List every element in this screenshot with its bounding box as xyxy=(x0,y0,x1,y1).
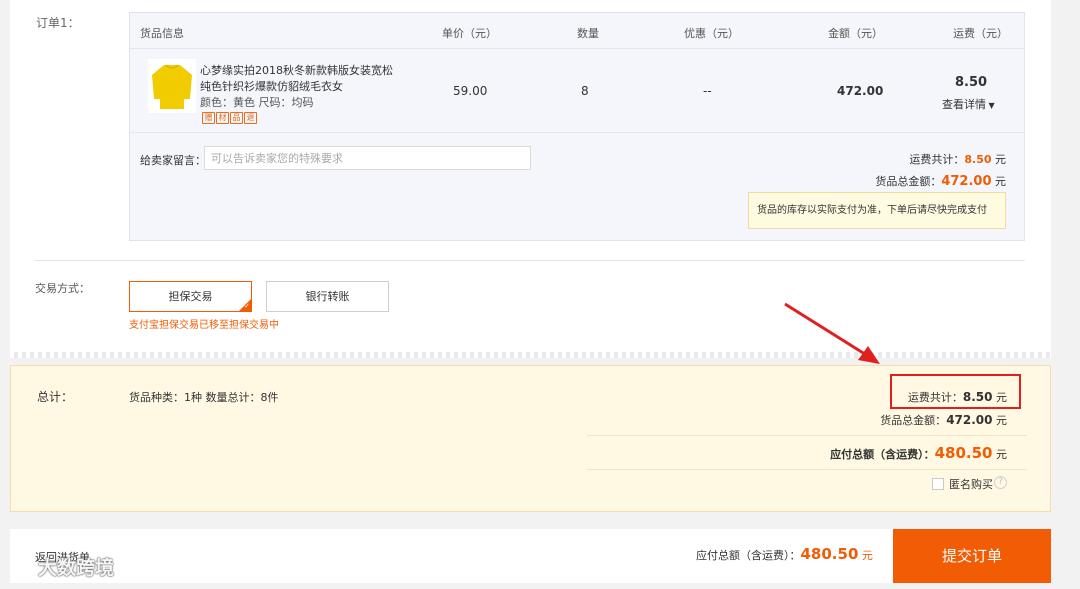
help-icon[interactable]: ? xyxy=(994,476,1007,489)
message-label: 给卖家留言： xyxy=(140,154,206,167)
currency-label: 元 xyxy=(995,175,1006,188)
divider xyxy=(35,260,1025,261)
gift-service-icon: 赠 xyxy=(202,112,215,124)
return-service-icon: 退 xyxy=(244,112,257,124)
highlight-box xyxy=(890,374,1021,409)
summary-payable-value: 480.50 xyxy=(934,444,993,462)
footer-payable: 应付总额（含运费）：480.50 元 xyxy=(696,545,873,563)
currency-label: 元 xyxy=(861,549,873,562)
check-icon: ✓ xyxy=(244,302,250,310)
watermark: 大数跨境 xyxy=(8,553,114,580)
header-quantity: 数量 xyxy=(577,27,599,40)
currency-label: 元 xyxy=(996,448,1007,461)
header-unit-price: 单价（元） xyxy=(442,27,497,40)
product-title-line2[interactable]: 纯色针织衫爆款仿貂绒毛衣女 xyxy=(200,79,343,95)
shipping-value: 8.50 xyxy=(955,75,988,90)
currency-label: 元 xyxy=(995,153,1006,166)
watermark-logo-icon xyxy=(10,560,36,575)
header-shipping: 运费（元） xyxy=(953,27,1008,40)
footer-payable-label: 应付总额（含运费）： xyxy=(696,549,801,562)
order-shipping-total: 运费共计：8.50 元 xyxy=(909,151,1006,167)
header-discount: 优惠（元） xyxy=(684,27,739,40)
order-shipping-total-value: 8.50 xyxy=(964,153,992,166)
summary-label: 总计： xyxy=(37,390,74,404)
caret-down-icon: ▼ xyxy=(986,101,995,110)
unit-price-value: 59.00 xyxy=(453,84,488,98)
payment-option-bank-label: 银行转账 xyxy=(305,290,350,303)
summary-goods-total-label: 货品总金额： xyxy=(880,414,947,427)
table-row: 心梦缘实拍2018秋冬新款韩版女装宽松 纯色针织衫爆款仿貂绒毛衣女 颜色：黄色 … xyxy=(130,49,1024,133)
watermark-text: 大数跨境 xyxy=(38,557,115,579)
panel-edge-divider xyxy=(10,352,1051,358)
anonymous-checkbox[interactable] xyxy=(932,478,944,490)
summary-counts: 货品种类：1种 数量总计：8件 xyxy=(129,391,279,404)
payment-option-bank-transfer[interactable]: 银行转账 xyxy=(266,281,389,312)
order-table-header: 货品信息 单价（元） 数量 优惠（元） 金额（元） 运费（元） xyxy=(130,13,1024,49)
payment-note: 支付宝担保交易已移至担保交易中 xyxy=(129,320,279,331)
annotation-arrow-icon xyxy=(784,302,880,364)
checkout-bar: 返回进货单 应付总额（含运费）：480.50 元 提交订单 xyxy=(10,529,1051,583)
payment-label: 交易方式： xyxy=(35,282,90,295)
anonymous-label[interactable]: 匿名购买 xyxy=(949,476,993,492)
discount-value: -- xyxy=(703,84,712,98)
product-spec: 颜色：黄色 尺码：均码 xyxy=(200,96,314,109)
stock-notice: 货品的库存以实际支付为准，下单后请尽快完成支付 xyxy=(748,192,1006,229)
amount-value: 472.00 xyxy=(837,84,884,98)
footer-payable-value: 480.50 xyxy=(800,545,859,563)
order-goods-total-label: 货品总金额： xyxy=(875,175,942,188)
summary-goods-total: 货品总金额：472.00 元 xyxy=(880,412,1007,428)
message-input[interactable] xyxy=(204,146,531,170)
order-goods-total: 货品总金额：472.00 元 xyxy=(875,173,1006,189)
summary-payable: 应付总额（含运费）：480.50 元 xyxy=(830,444,1007,462)
summary-payable-label: 应付总额（含运费）： xyxy=(830,448,935,461)
order-shipping-total-label: 运费共计： xyxy=(909,153,965,166)
shipping-detail-label: 查看详情 xyxy=(942,98,986,111)
divider xyxy=(587,469,1027,470)
header-amount: 金额（元） xyxy=(828,27,883,40)
quality-service-icon: 品 xyxy=(230,112,243,124)
order-goods-total-value: 472.00 xyxy=(941,174,992,189)
divider xyxy=(587,435,1027,436)
order-summary-panel: 总计： 货品种类：1种 数量总计：8件 运费共计：8.50 元 货品总金额：47… xyxy=(10,365,1051,512)
payment-option-escrow-label: 担保交易 xyxy=(168,290,213,303)
currency-label: 元 xyxy=(996,414,1007,427)
service-icons: 赠材品退 xyxy=(202,110,258,124)
payment-option-escrow[interactable]: 担保交易 ✓ xyxy=(129,281,252,312)
product-title-line1[interactable]: 心梦缘实拍2018秋冬新款韩版女装宽松 xyxy=(200,63,393,79)
submit-order-button[interactable]: 提交订单 xyxy=(893,529,1051,583)
material-service-icon: 材 xyxy=(216,112,229,124)
order-label: 订单1： xyxy=(36,16,80,30)
summary-goods-total-value: 472.00 xyxy=(946,413,993,427)
shipping-detail-link[interactable]: 查看详情 ▼ xyxy=(942,96,995,112)
product-thumbnail[interactable] xyxy=(148,59,196,113)
header-product: 货品信息 xyxy=(140,27,184,40)
order-box: 货品信息 单价（元） 数量 优惠（元） 金额（元） 运费（元） 心梦缘实拍201… xyxy=(129,12,1025,241)
quantity-value: 8 xyxy=(581,84,589,98)
